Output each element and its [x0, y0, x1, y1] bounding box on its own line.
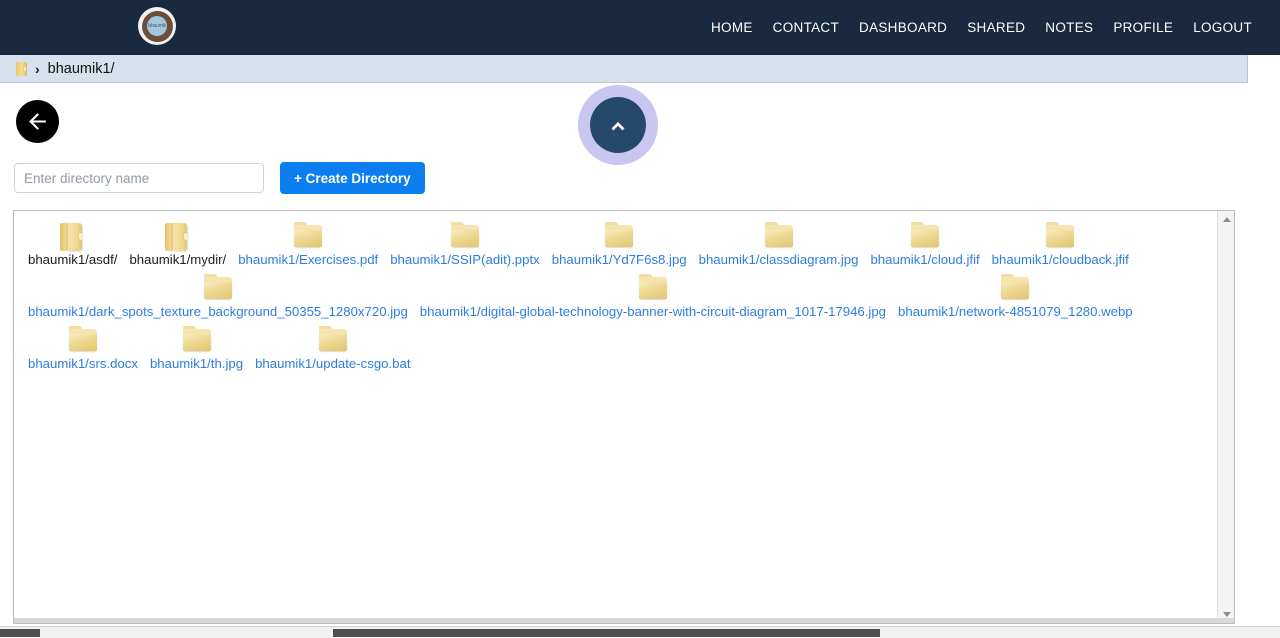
top-navigation-bar: bhaumik HOME CONTACT DASHBOARD SHARED NO…: [0, 0, 1280, 55]
file-item-label: bhaumik1/srs.docx: [28, 356, 138, 371]
logo-outer-ring: bhaumik: [138, 7, 176, 45]
file-item[interactable]: bhaumik1/digital-global-technology-banne…: [414, 269, 892, 321]
open-folder-icon: [203, 273, 233, 303]
file-item[interactable]: bhaumik1/Yd7F6s8.jpg: [546, 217, 693, 269]
action-area: [0, 83, 1280, 165]
page-hscroll-thumb-right[interactable]: [333, 629, 880, 637]
directory-item[interactable]: bhaumik1/asdf/: [22, 217, 123, 269]
folder-icon: [16, 61, 27, 76]
create-directory-row: + Create Directory: [0, 153, 1280, 203]
file-item[interactable]: bhaumik1/classdiagram.jpg: [693, 217, 865, 269]
open-folder-icon: [604, 221, 634, 251]
file-list-scroll-area: bhaumik1/asdf/bhaumik1/mydir/bhaumik1/Ex…: [14, 211, 1215, 623]
closed-folder-icon: [164, 221, 191, 251]
file-browser-panel: bhaumik1/asdf/bhaumik1/mydir/bhaumik1/Ex…: [13, 210, 1235, 624]
create-directory-button[interactable]: + Create Directory: [280, 162, 425, 194]
file-item[interactable]: bhaumik1/srs.docx: [22, 321, 144, 373]
nav-link-dashboard[interactable]: DASHBOARD: [849, 14, 957, 41]
open-folder-icon: [1000, 273, 1030, 303]
file-item-label: bhaumik1/classdiagram.jpg: [698, 252, 859, 267]
primary-nav-links: HOME CONTACT DASHBOARD SHARED NOTES PROF…: [701, 14, 1262, 41]
page-hscroll-thumb-left[interactable]: [0, 629, 40, 637]
nav-link-notes[interactable]: NOTES: [1035, 14, 1103, 41]
file-item[interactable]: bhaumik1/Exercises.pdf: [232, 217, 384, 269]
file-item-label: bhaumik1/digital-global-technology-banne…: [419, 304, 887, 319]
file-item-label: bhaumik1/th.jpg: [149, 356, 244, 371]
triangle-down-icon: [1222, 612, 1231, 617]
nav-link-profile[interactable]: PROFILE: [1103, 14, 1183, 41]
breadcrumb-current-path[interactable]: bhaumik1/: [48, 61, 115, 77]
file-item-label: bhaumik1/SSIP(adit).pptx: [390, 252, 540, 267]
back-arrow-icon: [29, 113, 46, 130]
chevron-right-icon: ›: [35, 60, 40, 77]
open-folder-icon: [910, 221, 940, 251]
open-folder-icon: [182, 325, 212, 355]
closed-folder-icon: [59, 221, 86, 251]
open-folder-icon: [293, 221, 323, 251]
directory-item[interactable]: bhaumik1/mydir/: [123, 217, 232, 269]
directory-name-input[interactable]: [14, 163, 264, 193]
open-folder-icon: [764, 221, 794, 251]
panel-bottom-edge: [14, 618, 1234, 623]
file-item-label: bhaumik1/cloudback.jfif: [991, 252, 1129, 267]
file-item[interactable]: bhaumik1/update-csgo.bat: [249, 321, 416, 373]
chevron-up-icon: [611, 121, 625, 131]
file-item-label: bhaumik1/Exercises.pdf: [238, 252, 379, 267]
file-item[interactable]: bhaumik1/th.jpg: [144, 321, 249, 373]
open-folder-icon: [450, 221, 480, 251]
file-item-label: bhaumik1/cloud.jfif: [870, 252, 980, 267]
site-logo[interactable]: bhaumik: [138, 7, 176, 45]
file-item-label: bhaumik1/mydir/: [129, 252, 227, 267]
open-folder-icon: [68, 325, 98, 355]
file-item-label: bhaumik1/asdf/: [28, 252, 118, 267]
logo-core-label: bhaumik: [147, 16, 167, 36]
nav-link-contact[interactable]: CONTACT: [763, 14, 849, 41]
triangle-up-icon: [1222, 217, 1231, 222]
file-item[interactable]: bhaumik1/dark_spots_texture_background_5…: [22, 269, 414, 321]
page-horizontal-scrollbar[interactable]: [0, 626, 1280, 638]
breadcrumb: › bhaumik1/: [0, 55, 1248, 83]
file-list: bhaumik1/asdf/bhaumik1/mydir/bhaumik1/Ex…: [14, 217, 1215, 373]
file-list-vertical-scrollbar[interactable]: [1217, 211, 1234, 623]
file-item-label: bhaumik1/network-4851079_1280.webp: [898, 304, 1133, 319]
file-item[interactable]: bhaumik1/SSIP(adit).pptx: [384, 217, 546, 269]
file-item[interactable]: bhaumik1/cloud.jfif: [864, 217, 985, 269]
open-folder-icon: [1045, 221, 1075, 251]
open-folder-icon: [318, 325, 348, 355]
scroll-to-top-inner: [590, 97, 646, 153]
file-item-label: bhaumik1/dark_spots_texture_background_5…: [28, 304, 408, 319]
file-item[interactable]: bhaumik1/cloudback.jfif: [986, 217, 1135, 269]
file-item-label: bhaumik1/Yd7F6s8.jpg: [551, 252, 687, 267]
nav-link-home[interactable]: HOME: [701, 14, 763, 41]
file-item-label: bhaumik1/update-csgo.bat: [255, 356, 411, 371]
file-item[interactable]: bhaumik1/network-4851079_1280.webp: [892, 269, 1139, 321]
nav-link-shared[interactable]: SHARED: [957, 14, 1035, 41]
open-folder-icon: [638, 273, 668, 303]
logo-inner-ring: bhaumik: [141, 10, 173, 42]
back-button[interactable]: [16, 100, 59, 143]
nav-link-logout[interactable]: LOGOUT: [1183, 14, 1262, 41]
scrollbar-up-arrow[interactable]: [1218, 211, 1234, 228]
